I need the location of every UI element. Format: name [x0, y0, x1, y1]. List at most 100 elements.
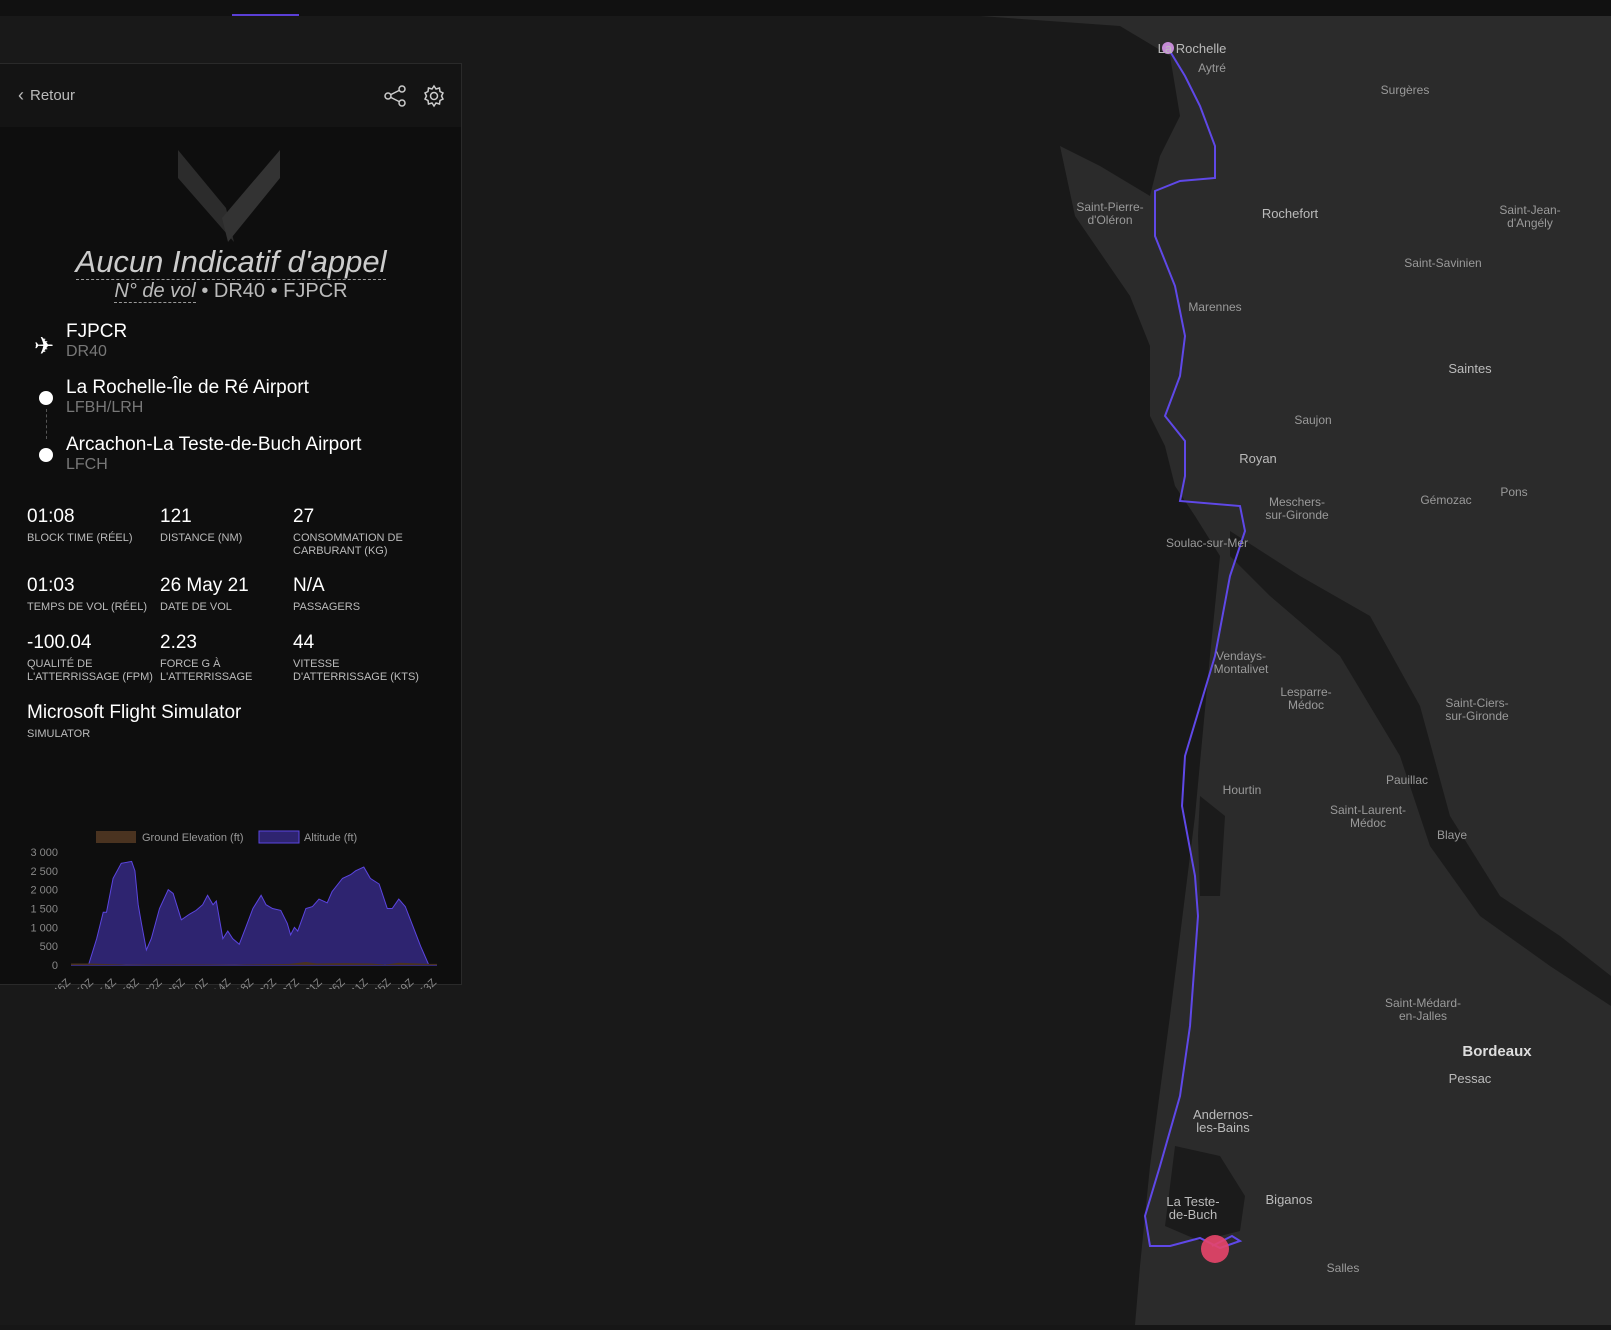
stat-label: Passagers [293, 601, 361, 613]
map-city-label: Salles [1326, 1261, 1360, 1275]
simulator-stat: Microsoft Flight Simulator Simulator [27, 702, 327, 741]
map-city-label: Saint-Savinien [1404, 256, 1482, 270]
stat-item: 2.23 Force G à l'atterrissage [160, 632, 295, 684]
stat-label: Distance (NM) [160, 532, 243, 544]
stat-label: Qualité de l'atterrissage (fpm) [27, 658, 153, 683]
y-tick-label: 1 500 [30, 904, 58, 916]
arrival-code: LFCH [66, 456, 108, 473]
map-city-label: Pons [1500, 485, 1528, 499]
stat-label: Temps de vol (réel) [27, 601, 148, 613]
map-city-label: Saint-Médard- en-Jalles [1384, 996, 1462, 1023]
stat-item: N/A Passagers [293, 575, 428, 614]
aircraft-type: DR40 [213, 280, 266, 302]
map-city-label: Saint-Pierre- d'Oléron [1076, 200, 1144, 227]
stat-value: 2.23 [160, 632, 197, 653]
stat-value: 121 [160, 506, 192, 527]
stat-item: 01:08 Block time (réel) [27, 506, 162, 545]
departure-name: La Rochelle-Île de Ré Airport [66, 377, 309, 398]
separator: • [201, 280, 209, 302]
stat-value: 01:03 [27, 575, 75, 596]
altitude-chart: Ground Elevation (ft) Altitude (ft) 0 500 1 … [30, 830, 439, 989]
separator: • [270, 280, 278, 302]
map-city-label: Meschers- sur-Gironde [1265, 495, 1329, 522]
top-nav-bar [0, 0, 1611, 17]
registration: FJPCR [283, 280, 348, 302]
share-icon[interactable] [383, 84, 407, 108]
stat-label: Date de vol [160, 601, 232, 613]
simulator-value: Microsoft Flight Simulator [27, 702, 242, 723]
stat-value: 01:08 [27, 506, 75, 527]
map-city-label: Hourtin [1222, 783, 1262, 797]
stat-item: -100.04 Qualité de l'atterrissage (fpm) [27, 632, 162, 684]
route-connector [46, 409, 47, 439]
airplane-icon: ✈ [34, 333, 55, 360]
back-button[interactable]: ‹ Retour [18, 85, 75, 106]
stat-label: Vitesse d'atterrissage (kts) [293, 658, 419, 683]
departure-code: LFBH/LRH [66, 399, 144, 416]
map-city-label: Andernos- les-Bains [1193, 1107, 1253, 1135]
y-tick-label: 0 [52, 960, 58, 972]
stat-value: -100.04 [27, 632, 92, 653]
altitude-area [71, 860, 437, 966]
y-tick-label: 3 000 [30, 847, 58, 859]
map-city-label: Vendays- Montalivet [1213, 649, 1269, 676]
map-city-label: Bordeaux [1462, 1043, 1532, 1060]
stat-item: 26 May 21 Date de vol [160, 575, 295, 614]
callsign-title: Aucun Indicatif d'appel [75, 244, 387, 280]
legend-ground-swatch [96, 831, 136, 843]
flight-details-panel: ‹ Retour Aucun Indicatif d'appel N° de vo… [0, 63, 462, 989]
arrival-name: Arcachon-La Teste-de-Buch Airport [66, 434, 362, 455]
map-city-label: Saint-Laurent- Médoc [1329, 803, 1407, 830]
y-tick-label: 2 000 [30, 885, 58, 897]
map-city-label: Pauillac [1385, 773, 1429, 787]
chevron-left-icon: ‹ [18, 85, 24, 105]
airline-logo [178, 150, 280, 242]
gear-icon[interactable] [422, 84, 446, 108]
aircraft-info: FJPCR DR40 [66, 321, 127, 361]
stat-value: 27 [293, 506, 315, 527]
departure-airport: La Rochelle-Île de Ré Airport LFBH/LRH [66, 377, 309, 417]
aircraft-type-sub: DR40 [66, 343, 107, 360]
map-city-label: Saint-Jean- d'Angély [1499, 203, 1561, 230]
map-city-label: Royan [1239, 451, 1277, 466]
legend-ground-label: Ground Elevation (ft) [142, 832, 244, 844]
aircraft-position-marker [1201, 1235, 1229, 1263]
map-city-label: Pessac [1448, 1071, 1492, 1086]
map-city-label: Lesparre- Médoc [1280, 685, 1332, 712]
y-tick-label: 1 000 [30, 922, 58, 934]
aircraft-name: FJPCR [66, 321, 128, 342]
departure-dot-icon [39, 391, 53, 405]
map-city-label: Aytré [1198, 61, 1226, 75]
map-city-label: Marennes [1188, 300, 1242, 314]
y-tick-label: 2 500 [30, 866, 58, 878]
map-city-label: Rochefort [1261, 206, 1319, 221]
stat-label: Block time (réel) [27, 532, 133, 544]
back-label: Retour [30, 87, 76, 104]
x-tick-label: 14:46Z [40, 976, 73, 989]
map-city-label: Saujon [1294, 413, 1332, 427]
legend-altitude-label: Altitude (ft) [304, 832, 357, 844]
flight-number-label: N° de vol [114, 280, 196, 303]
map-city-label: Blaye [1436, 828, 1468, 842]
panel-header: ‹ Retour [0, 64, 461, 127]
arrival-airport: Arcachon-La Teste-de-Buch Airport LFCH [66, 434, 361, 474]
stat-item: 27 Consommation de carburant (kg) [293, 506, 428, 558]
simulator-label: Simulator [27, 728, 91, 740]
map-city-label: La Rochelle [1157, 41, 1227, 56]
map-city-label: Saint-Ciers- sur-Gironde [1445, 696, 1509, 723]
map-city-label: Gémozac [1420, 493, 1472, 507]
stat-item: 44 Vitesse d'atterrissage (kts) [293, 632, 428, 684]
stat-value: 44 [293, 632, 315, 653]
map-city-label: Surgères [1380, 83, 1430, 97]
stat-item: 121 Distance (NM) [160, 506, 295, 545]
legend-altitude-swatch [258, 830, 300, 844]
stat-value: N/A [293, 575, 325, 596]
flight-subtitle: N° de vol • DR40 • FJPCR [0, 280, 462, 303]
stat-label: Force G à l'atterrissage [160, 658, 253, 683]
arrival-dot-icon [39, 448, 53, 462]
map-city-label: Biganos [1265, 1192, 1313, 1207]
stat-item: 01:03 Temps de vol (réel) [27, 575, 162, 614]
map-city-label: Saintes [1448, 361, 1492, 376]
stat-label: Consommation de carburant (kg) [293, 532, 403, 557]
map-city-label: La Teste- de-Buch [1166, 1194, 1220, 1222]
